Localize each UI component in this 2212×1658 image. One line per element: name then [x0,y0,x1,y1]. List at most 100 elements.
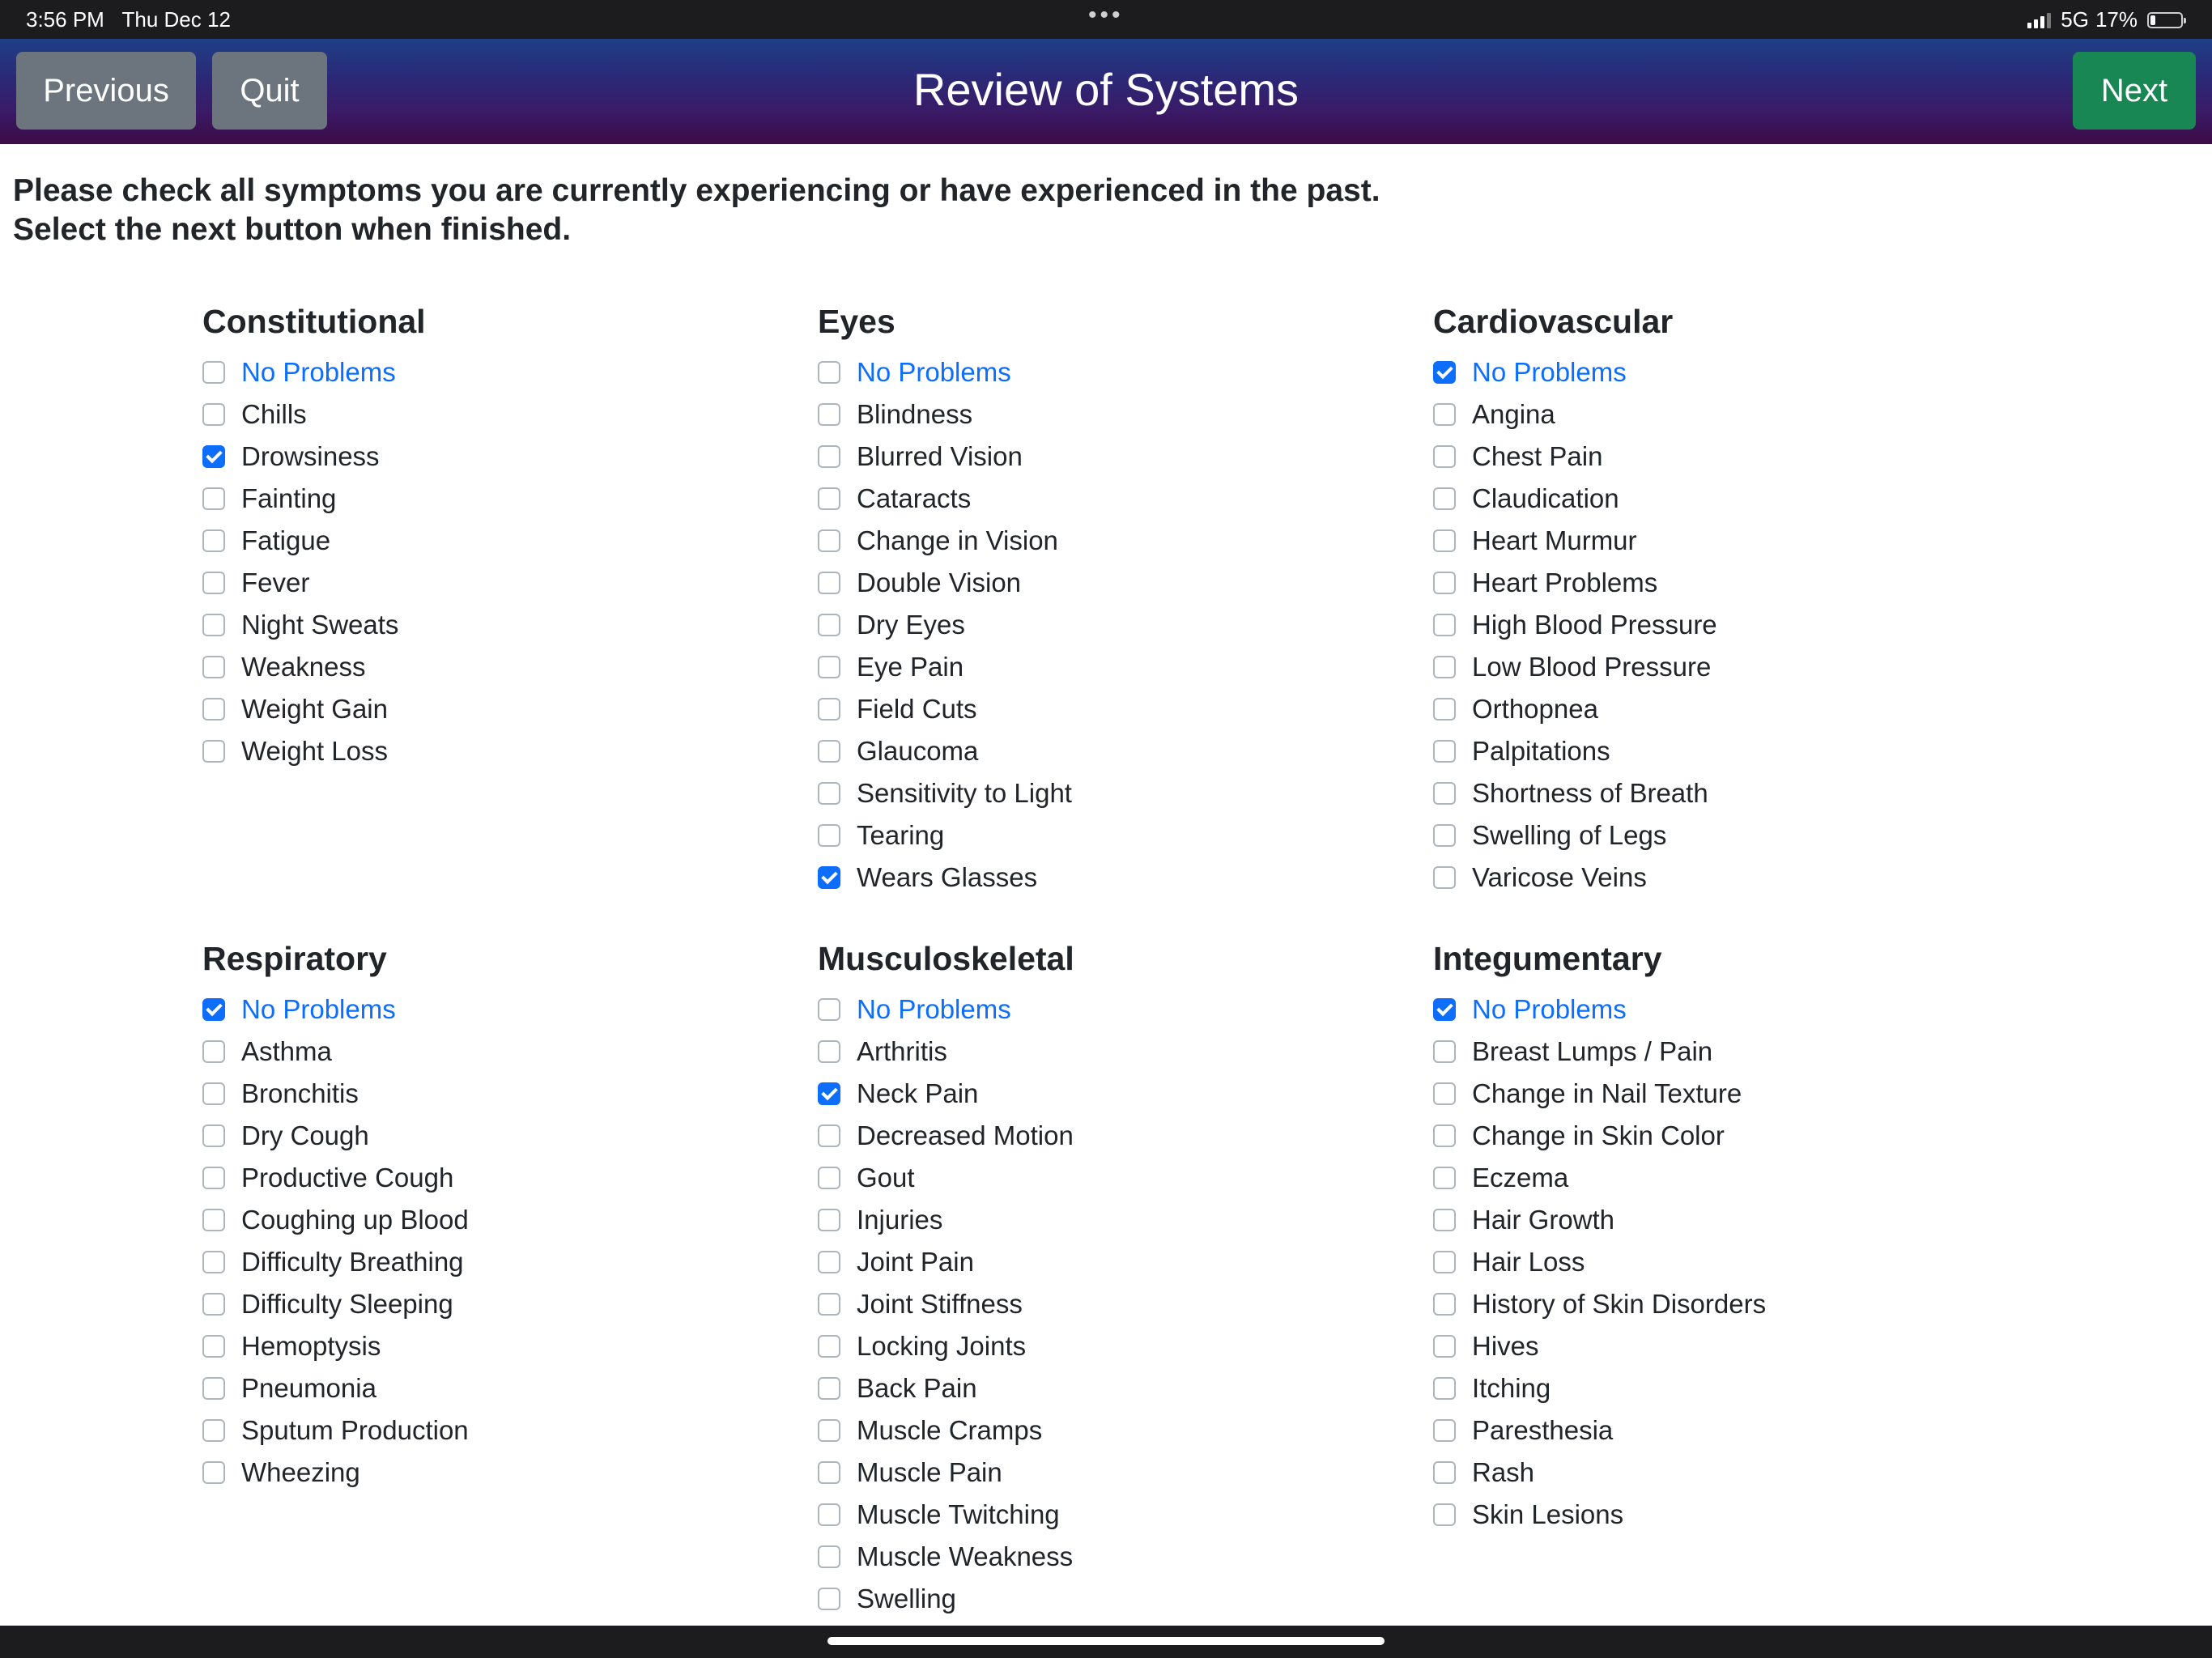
checkbox-checked-icon[interactable] [1433,998,1456,1021]
checkbox-option-blurred-vision[interactable]: Blurred Vision [818,436,1417,478]
checkbox-option-gout[interactable]: Gout [818,1157,1417,1199]
checkbox-label[interactable]: Angina [1472,399,1555,430]
checkbox-option-difficulty-sleeping[interactable]: Difficulty Sleeping [202,1283,802,1325]
checkbox-label[interactable]: No Problems [1472,357,1627,388]
checkbox-option-no-problems[interactable]: No Problems [1433,351,2032,393]
checkbox-label[interactable]: Chills [241,399,307,430]
checkbox-label[interactable]: Eczema [1472,1163,1568,1193]
checkbox-option-bronchitis[interactable]: Bronchitis [202,1073,802,1115]
checkbox-option-no-problems[interactable]: No Problems [818,351,1417,393]
checkbox-label[interactable]: No Problems [241,357,396,388]
checkbox-label[interactable]: Wears Glasses [857,862,1037,893]
checkbox-icon[interactable] [818,698,840,721]
checkbox-option-no-problems[interactable]: No Problems [202,988,802,1031]
checkbox-option-cataracts[interactable]: Cataracts [818,478,1417,520]
multitask-dots-icon[interactable]: ••• [1088,2,1124,29]
checkbox-icon[interactable] [818,656,840,678]
checkbox-option-back-pain[interactable]: Back Pain [818,1367,1417,1409]
checkbox-label[interactable]: No Problems [857,994,1011,1025]
checkbox-label[interactable]: Swelling of Legs [1472,820,1666,851]
checkbox-icon[interactable] [1433,1377,1456,1400]
checkbox-option-drowsiness[interactable]: Drowsiness [202,436,802,478]
checkbox-label[interactable]: Sensitivity to Light [857,778,1072,809]
checkbox-label[interactable]: Muscle Pain [857,1457,1002,1488]
checkbox-option-angina[interactable]: Angina [1433,393,2032,436]
checkbox-icon[interactable] [1433,782,1456,805]
checkbox-label[interactable]: Eye Pain [857,652,963,682]
checkbox-option-palpitations[interactable]: Palpitations [1433,730,2032,772]
checkbox-checked-icon[interactable] [818,1082,840,1105]
checkbox-option-muscle-cramps[interactable]: Muscle Cramps [818,1409,1417,1452]
checkbox-icon[interactable] [202,1293,225,1316]
checkbox-icon[interactable] [818,487,840,510]
checkbox-icon[interactable] [202,1251,225,1273]
checkbox-option-no-problems[interactable]: No Problems [202,351,802,393]
checkbox-option-swelling-of-legs[interactable]: Swelling of Legs [1433,814,2032,857]
checkbox-option-fever[interactable]: Fever [202,562,802,604]
checkbox-label[interactable]: Fainting [241,483,336,514]
checkbox-option-muscle-pain[interactable]: Muscle Pain [818,1452,1417,1494]
checkbox-option-decreased-motion[interactable]: Decreased Motion [818,1115,1417,1157]
checkbox-option-tearing[interactable]: Tearing [818,814,1417,857]
checkbox-option-sputum-production[interactable]: Sputum Production [202,1409,802,1452]
checkbox-icon[interactable] [202,1419,225,1442]
checkbox-icon[interactable] [818,1167,840,1189]
checkbox-label[interactable]: Low Blood Pressure [1472,652,1711,682]
checkbox-icon[interactable] [202,1040,225,1063]
checkbox-label[interactable]: Glaucoma [857,736,978,767]
checkbox-icon[interactable] [202,740,225,763]
checkbox-option-night-sweats[interactable]: Night Sweats [202,604,802,646]
checkbox-icon[interactable] [1433,403,1456,426]
checkbox-option-weight-gain[interactable]: Weight Gain [202,688,802,730]
checkbox-label[interactable]: Change in Nail Texture [1472,1078,1742,1109]
checkbox-label[interactable]: Palpitations [1472,736,1610,767]
checkbox-icon[interactable] [1433,1040,1456,1063]
checkbox-option-injuries[interactable]: Injuries [818,1199,1417,1241]
checkbox-option-change-in-nail-texture[interactable]: Change in Nail Texture [1433,1073,2032,1115]
checkbox-option-muscle-twitching[interactable]: Muscle Twitching [818,1494,1417,1536]
checkbox-label[interactable]: Muscle Cramps [857,1415,1042,1446]
checkbox-icon[interactable] [818,1588,840,1610]
checkbox-label[interactable]: Weakness [241,652,365,682]
checkbox-option-weakness[interactable]: Weakness [202,646,802,688]
checkbox-option-dry-eyes[interactable]: Dry Eyes [818,604,1417,646]
checkbox-option-paresthesia[interactable]: Paresthesia [1433,1409,2032,1452]
checkbox-label[interactable]: Dry Eyes [857,610,965,640]
checkbox-label[interactable]: Difficulty Breathing [241,1247,464,1278]
checkbox-label[interactable]: Joint Stiffness [857,1289,1023,1320]
checkbox-option-pneumonia[interactable]: Pneumonia [202,1367,802,1409]
checkbox-icon[interactable] [1433,698,1456,721]
checkbox-label[interactable]: Wheezing [241,1457,360,1488]
checkbox-label[interactable]: Gout [857,1163,915,1193]
checkbox-label[interactable]: Fatigue [241,525,330,556]
checkbox-option-claudication[interactable]: Claudication [1433,478,2032,520]
checkbox-option-orthopnea[interactable]: Orthopnea [1433,688,2032,730]
checkbox-icon[interactable] [818,1545,840,1568]
checkbox-option-hemoptysis[interactable]: Hemoptysis [202,1325,802,1367]
checkbox-option-fatigue[interactable]: Fatigue [202,520,802,562]
checkbox-icon[interactable] [202,487,225,510]
checkbox-icon[interactable] [818,1209,840,1231]
checkbox-icon[interactable] [1433,740,1456,763]
checkbox-icon[interactable] [1433,1419,1456,1442]
checkbox-label[interactable]: Decreased Motion [857,1120,1074,1151]
checkbox-label[interactable]: Heart Murmur [1472,525,1637,556]
checkbox-option-heart-murmur[interactable]: Heart Murmur [1433,520,2032,562]
checkbox-icon[interactable] [202,361,225,384]
checkbox-icon[interactable] [1433,1335,1456,1358]
checkbox-label[interactable]: Blindness [857,399,972,430]
checkbox-icon[interactable] [818,572,840,594]
checkbox-option-locking-joints[interactable]: Locking Joints [818,1325,1417,1367]
checkbox-label[interactable]: Asthma [241,1036,332,1067]
checkbox-option-breast-lumps-pain[interactable]: Breast Lumps / Pain [1433,1031,2032,1073]
checkbox-label[interactable]: Coughing up Blood [241,1205,469,1235]
checkbox-option-eczema[interactable]: Eczema [1433,1157,2032,1199]
checkbox-option-asthma[interactable]: Asthma [202,1031,802,1073]
checkbox-label[interactable]: No Problems [857,357,1011,388]
checkbox-option-itching[interactable]: Itching [1433,1367,2032,1409]
checkbox-label[interactable]: Heart Problems [1472,568,1657,598]
checkbox-label[interactable]: History of Skin Disorders [1472,1289,1766,1320]
checkbox-icon[interactable] [1433,1503,1456,1526]
checkbox-label[interactable]: Injuries [857,1205,942,1235]
checkbox-icon[interactable] [202,698,225,721]
